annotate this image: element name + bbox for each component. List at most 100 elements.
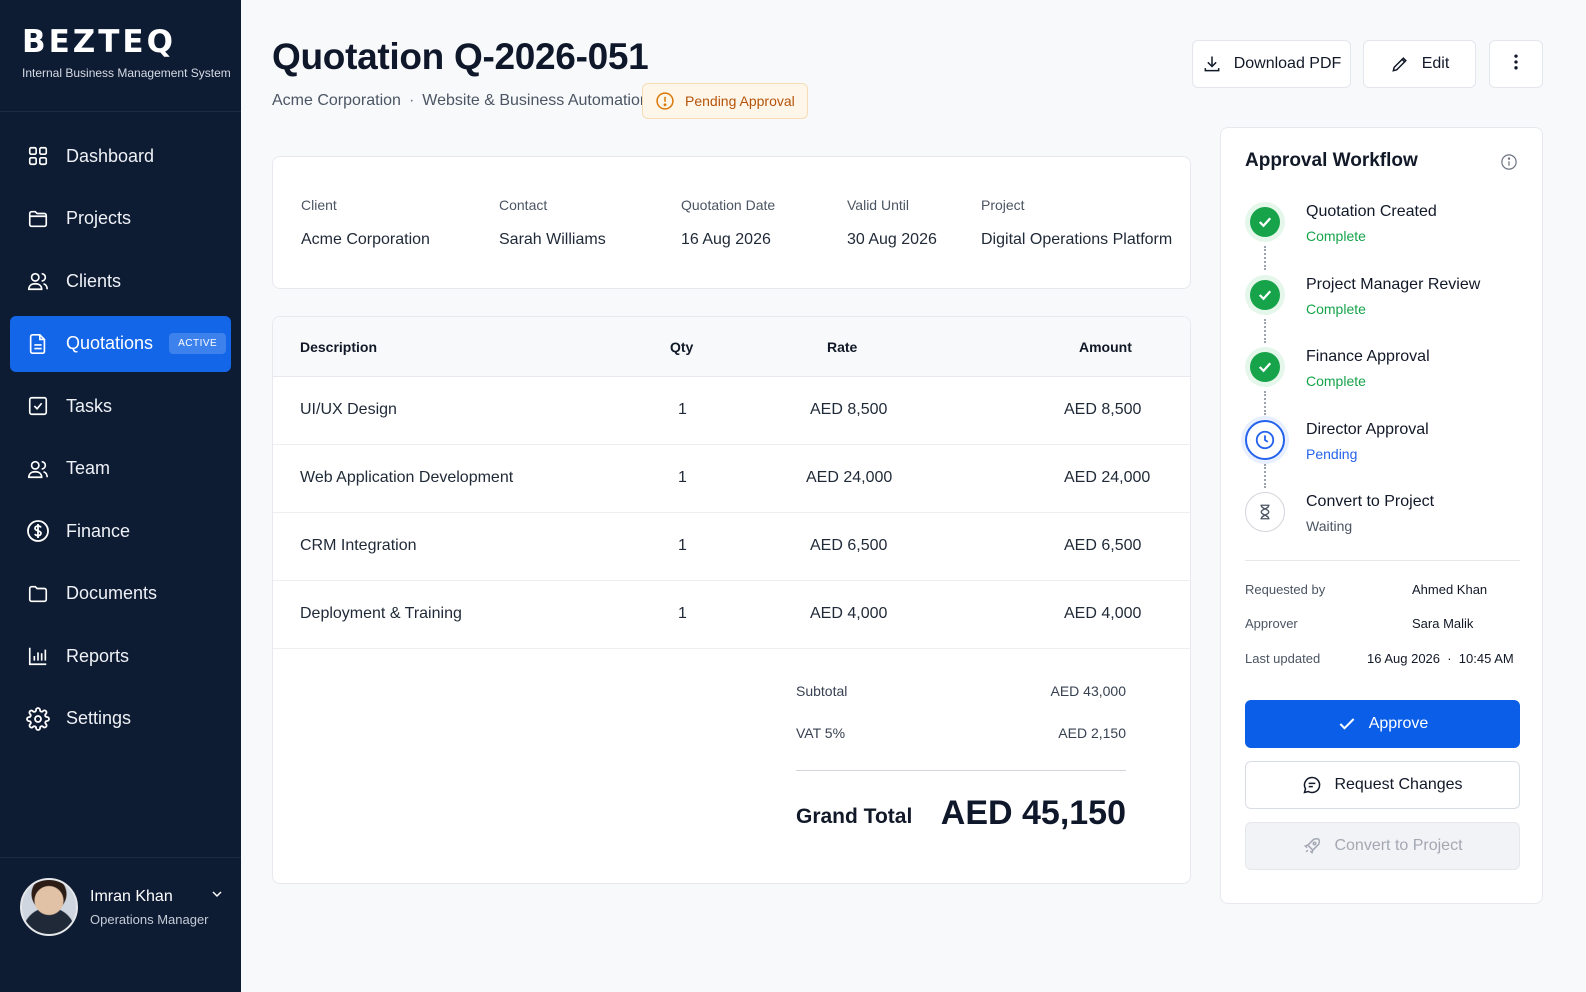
table-row[interactable]: Deployment & Training 1 AED 4,000 AED 4,…	[273, 581, 1190, 649]
request-changes-button[interactable]: Request Changes	[1245, 761, 1520, 809]
sidebar-item-label: Clients	[66, 270, 122, 291]
table-header: Description Qty Rate Amount	[273, 317, 1190, 377]
approval-workflow-card: Approval Workflow Quotation Created Comp…	[1220, 127, 1543, 904]
hourglass-icon	[1245, 492, 1285, 532]
team-icon	[26, 457, 50, 481]
sidebar-item-quotations[interactable]: Quotations ACTIVE	[10, 315, 231, 372]
info-value: Sarah Williams	[499, 231, 606, 248]
download-icon	[1202, 54, 1222, 74]
info-value: Digital Operations Platform	[981, 231, 1173, 248]
check-icon	[1337, 714, 1357, 734]
users-icon	[26, 269, 50, 293]
column-header-rate: Rate	[827, 339, 858, 355]
approve-button[interactable]: Approve	[1245, 700, 1520, 748]
sidebar-item-team[interactable]: Team	[10, 441, 231, 497]
check-icon	[1250, 280, 1280, 310]
cell-rate: AED 8,500	[810, 401, 888, 418]
vat-value: AED 2,150	[1058, 725, 1126, 741]
last-updated-value: 16 Aug 2026 · 10:45 AM	[1367, 651, 1514, 666]
step-status: Complete	[1306, 228, 1366, 244]
avatar	[20, 878, 78, 936]
edit-label: Edit	[1421, 55, 1450, 72]
quotation-info-card: Client Acme Corporation Contact Sarah Wi…	[272, 156, 1191, 289]
info-value: 30 Aug 2026	[847, 231, 937, 248]
approver-label: Approver	[1245, 616, 1298, 631]
sidebar-item-projects[interactable]: Projects	[10, 191, 231, 247]
info-label: Contact	[499, 197, 548, 213]
subtotal-label: Subtotal	[796, 683, 848, 699]
workflow-step: Quotation Created Complete	[1245, 200, 1525, 250]
sidebar-nav: Dashboard Projects Clients Quotations AC…	[10, 128, 231, 753]
workflow-step: Finance Approval Complete	[1245, 345, 1525, 395]
step-name: Quotation Created	[1306, 203, 1437, 220]
column-header-description: Description	[300, 339, 378, 355]
user-profile[interactable]: Imran Khan Operations Manager	[20, 878, 225, 936]
approver-value: Sara Malik	[1412, 616, 1474, 631]
sidebar-item-label: Documents	[66, 583, 158, 603]
message-icon	[1302, 775, 1322, 795]
cell-rate: AED 4,000	[810, 605, 888, 622]
cell-description: Web Application Development	[300, 469, 514, 486]
edit-button[interactable]: Edit	[1363, 40, 1476, 88]
sidebar-item-label: Projects	[66, 208, 132, 228]
page-subtitle: Acme Corporation · Website & Business Au…	[272, 92, 649, 110]
pencil-icon	[1390, 54, 1410, 74]
table-row[interactable]: Web Application Development 1 AED 24,000…	[273, 445, 1190, 513]
brand-logo[interactable]: BEZTEQ	[22, 24, 231, 60]
checkbox-icon	[26, 394, 50, 418]
divider	[1245, 560, 1520, 561]
line-items-card: Description Qty Rate Amount UI/UX Design…	[272, 316, 1191, 884]
step-connector	[1264, 391, 1266, 415]
grand-total-label: Grand Total	[796, 805, 913, 828]
step-connector	[1264, 464, 1266, 488]
brand: BEZTEQ Internal Business Management Syst…	[22, 24, 231, 80]
column-header-amount: Amount	[1079, 339, 1132, 355]
clock-icon	[1245, 420, 1285, 460]
sidebar-item-dashboard[interactable]: Dashboard	[10, 128, 231, 184]
download-pdf-button[interactable]: Download PDF	[1192, 40, 1351, 88]
info-label: Client	[301, 197, 337, 213]
requested-by-label: Requested by	[1245, 582, 1326, 597]
table-row[interactable]: UI/UX Design 1 AED 8,500 AED 8,500	[273, 377, 1190, 445]
subtitle-separator: ·	[408, 92, 415, 109]
info-project: Project Digital Operations Platform	[981, 197, 1172, 249]
grand-total-value: AED 45,150	[940, 794, 1126, 832]
sidebar-item-label: Tasks	[66, 395, 113, 416]
grid-icon	[26, 144, 50, 168]
table-row[interactable]: CRM Integration 1 AED 6,500 AED 6,500	[273, 513, 1190, 581]
cell-qty: 1	[678, 469, 687, 486]
step-name: Finance Approval	[1306, 348, 1430, 365]
info-value: Acme Corporation	[301, 231, 430, 248]
info-client: Client Acme Corporation	[301, 197, 430, 249]
more-options-button[interactable]	[1489, 40, 1543, 88]
download-pdf-label: Download PDF	[1233, 55, 1342, 72]
workflow-step: Director Approval Pending	[1245, 418, 1525, 468]
sidebar-item-finance[interactable]: Finance	[10, 503, 231, 559]
sidebar-item-label: Finance	[66, 520, 131, 541]
cell-amount: AED 24,000	[1064, 469, 1151, 486]
info-label: Valid Until	[847, 197, 909, 213]
info-contact: Contact Sarah Williams	[499, 197, 606, 249]
info-icon[interactable]	[1500, 153, 1518, 176]
alert-circle-icon	[655, 91, 675, 111]
cell-description: CRM Integration	[300, 537, 417, 554]
rocket-icon	[1302, 836, 1322, 856]
convert-to-project-button[interactable]: Convert to Project	[1245, 822, 1520, 870]
cell-qty: 1	[678, 537, 687, 554]
chevron-down-icon[interactable]	[209, 886, 225, 907]
sidebar-item-tasks[interactable]: Tasks	[10, 378, 231, 434]
sidebar-item-documents[interactable]: Documents	[10, 566, 231, 622]
folder-icon	[26, 207, 50, 231]
sidebar-item-label: Dashboard	[66, 145, 155, 166]
sidebar-item-label: Reports	[66, 645, 130, 666]
sidebar-item-clients[interactable]: Clients	[10, 253, 231, 309]
step-name: Convert to Project	[1306, 493, 1435, 510]
info-value: 16 Aug 2026	[681, 231, 771, 248]
divider	[796, 770, 1126, 771]
sidebar-item-settings[interactable]: Settings	[10, 691, 231, 747]
divider	[0, 111, 241, 112]
step-connector	[1264, 319, 1266, 343]
convert-to-project-label: Convert to Project	[1334, 837, 1463, 854]
sidebar-item-reports[interactable]: Reports	[10, 628, 231, 684]
page-title: Quotation Q-2026-051	[272, 36, 649, 77]
